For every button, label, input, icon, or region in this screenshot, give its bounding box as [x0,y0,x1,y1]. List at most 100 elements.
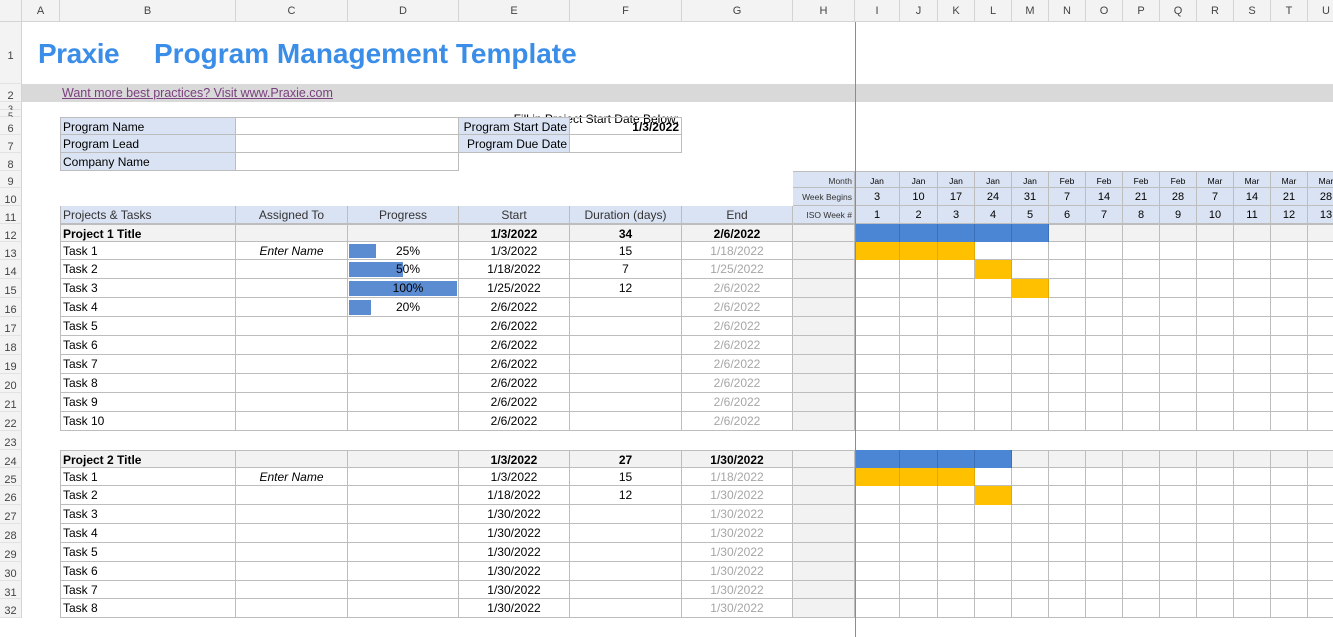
row-header[interactable]: 29 [0,543,22,562]
project-start[interactable]: 1/3/2022 [459,450,570,468]
task-progress[interactable] [348,599,459,618]
task-name[interactable]: Task 3 [60,279,236,298]
task-start[interactable]: 1/18/2022 [459,486,570,505]
task-start[interactable]: 2/6/2022 [459,298,570,317]
row-header[interactable]: 5 [0,110,22,121]
row-header[interactable]: 8 [0,153,22,171]
task-progress[interactable]: 25% [348,242,459,260]
task-start[interactable]: 2/6/2022 [459,374,570,393]
task-name[interactable]: Task 4 [60,298,236,317]
info-input[interactable] [236,117,459,135]
task-progress[interactable] [348,355,459,374]
project-start[interactable]: 1/3/2022 [459,224,570,242]
row-header[interactable]: 32 [0,599,22,618]
task-progress[interactable] [348,374,459,393]
column-header[interactable]: R [1197,0,1234,22]
task-assigned[interactable] [236,374,348,393]
task-duration[interactable] [570,374,682,393]
column-header[interactable]: E [459,0,570,22]
task-name[interactable]: Task 1 [60,468,236,486]
task-assigned[interactable] [236,599,348,618]
task-name[interactable]: Task 6 [60,336,236,355]
row-header[interactable]: 12 [0,224,22,242]
task-duration[interactable] [570,562,682,581]
task-name[interactable]: Task 3 [60,505,236,524]
task-progress[interactable] [348,543,459,562]
task-name[interactable]: Task 9 [60,393,236,412]
task-name[interactable]: Task 2 [60,486,236,505]
task-duration[interactable]: 12 [570,279,682,298]
task-duration[interactable] [570,599,682,618]
task-assigned[interactable] [236,562,348,581]
task-start[interactable]: 1/30/2022 [459,581,570,599]
task-duration[interactable]: 15 [570,468,682,486]
project-end[interactable]: 1/30/2022 [682,450,793,468]
row-header[interactable]: 7 [0,135,22,153]
row-header[interactable]: 11 [0,206,22,224]
row-header[interactable]: 22 [0,412,22,431]
task-duration[interactable] [570,412,682,431]
task-start[interactable]: 1/30/2022 [459,599,570,618]
column-header[interactable]: Q [1160,0,1197,22]
project-duration[interactable]: 27 [570,450,682,468]
task-duration[interactable] [570,543,682,562]
row-header[interactable]: 19 [0,355,22,374]
info-input[interactable] [236,135,459,153]
task-duration[interactable] [570,298,682,317]
task-duration[interactable] [570,505,682,524]
task-progress[interactable] [348,486,459,505]
task-name[interactable]: Task 5 [60,543,236,562]
row-header[interactable]: 6 [0,117,22,135]
row-header[interactable]: 9 [0,171,22,188]
task-progress[interactable] [348,317,459,336]
project-duration[interactable]: 34 [570,224,682,242]
task-duration[interactable]: 7 [570,260,682,279]
task-progress[interactable]: 100% [348,279,459,298]
row-header[interactable]: 18 [0,336,22,355]
row-header[interactable]: 31 [0,581,22,599]
task-progress[interactable] [348,393,459,412]
task-progress[interactable] [348,412,459,431]
row-header[interactable]: 14 [0,260,22,279]
task-assigned[interactable] [236,412,348,431]
task-assigned[interactable] [236,543,348,562]
task-assigned[interactable] [236,260,348,279]
column-header[interactable]: N [1049,0,1086,22]
task-duration[interactable] [570,355,682,374]
task-name[interactable]: Task 2 [60,260,236,279]
column-header[interactable]: B [60,0,236,22]
task-assigned[interactable]: Enter Name [236,242,348,260]
task-name[interactable]: Task 7 [60,355,236,374]
task-start[interactable]: 2/6/2022 [459,393,570,412]
column-header[interactable]: H [793,0,855,22]
task-assigned[interactable] [236,355,348,374]
due-date-input[interactable] [570,135,682,153]
praxie-link[interactable]: Want more best practices? Visit www.Prax… [62,84,333,102]
task-name[interactable]: Task 7 [60,581,236,599]
column-header[interactable]: T [1271,0,1308,22]
row-header[interactable]: 25 [0,468,22,486]
task-name[interactable]: Task 5 [60,317,236,336]
task-duration[interactable]: 12 [570,486,682,505]
project-assigned[interactable] [236,224,348,242]
task-progress[interactable]: 20% [348,298,459,317]
task-start[interactable]: 2/6/2022 [459,336,570,355]
task-progress[interactable] [348,336,459,355]
task-name[interactable]: Task 8 [60,374,236,393]
project-progress[interactable] [348,224,459,242]
column-header[interactable]: O [1086,0,1123,22]
task-progress[interactable] [348,562,459,581]
task-duration[interactable] [570,317,682,336]
task-start[interactable]: 2/6/2022 [459,317,570,336]
column-header[interactable]: S [1234,0,1271,22]
column-header[interactable]: C [236,0,348,22]
task-start[interactable]: 1/30/2022 [459,562,570,581]
column-header[interactable]: G [682,0,793,22]
task-progress[interactable]: 50% [348,260,459,279]
task-start[interactable]: 1/3/2022 [459,468,570,486]
row-header[interactable]: 13 [0,242,22,260]
task-start[interactable]: 2/6/2022 [459,412,570,431]
row-header[interactable]: 26 [0,486,22,505]
select-all-corner[interactable] [0,0,22,22]
row-header[interactable]: 24 [0,450,22,468]
